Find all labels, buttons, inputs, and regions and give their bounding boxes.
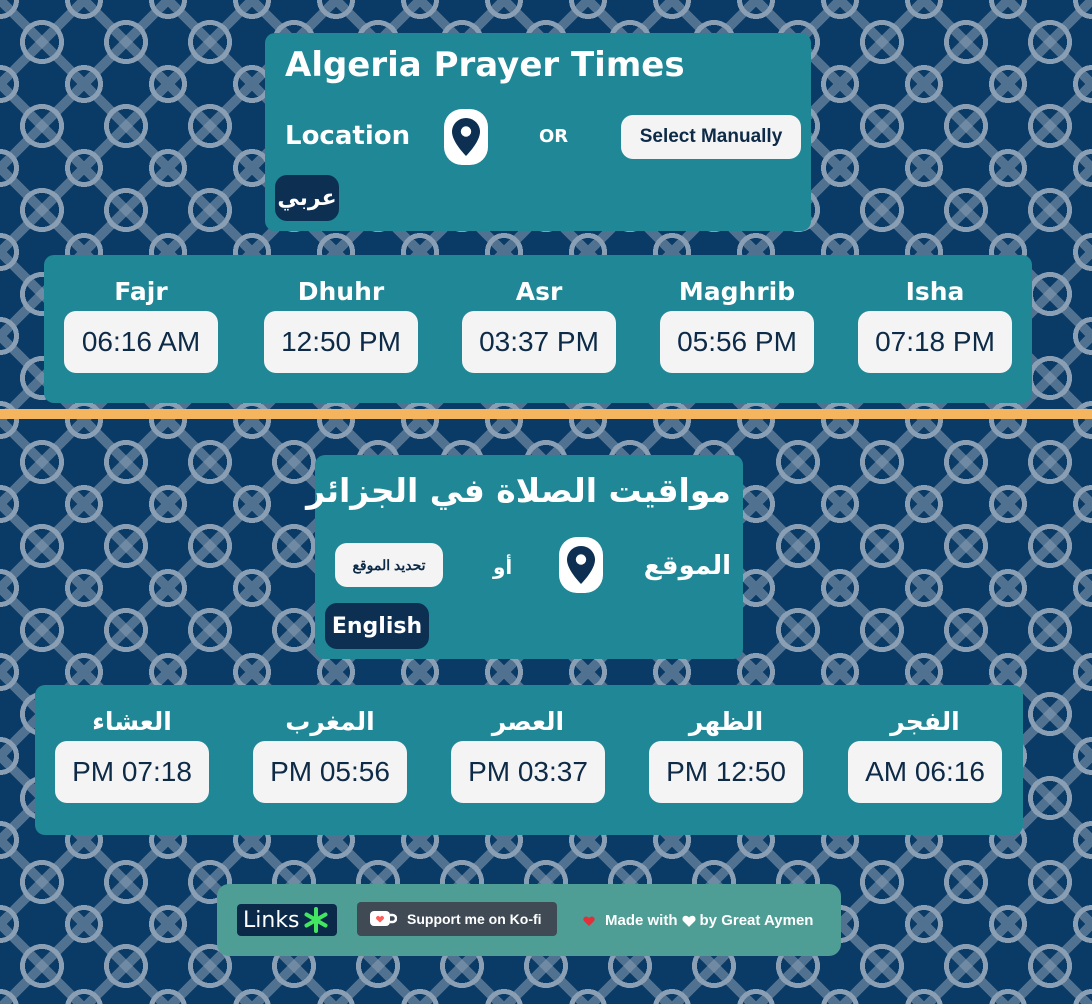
prayer-fajr: Fajr 06:16 AM <box>64 277 218 373</box>
page-title: Algeria Prayer Times <box>285 45 685 85</box>
prayer-time: AM 06:16 <box>848 741 1002 803</box>
prayer-isha: Isha 07:18 PM <box>858 277 1012 373</box>
select-location-button-arabic[interactable]: تحديد الموقع <box>335 543 443 587</box>
english-language-button[interactable]: English <box>325 603 429 649</box>
kofi-label: Support me on Ko-fi <box>407 911 542 927</box>
made-with-credit: Made with by Great Aymen <box>583 912 813 929</box>
or-label-arabic: أو <box>493 555 513 579</box>
asterisk-icon <box>304 907 328 933</box>
made-with-prefix: Made with <box>605 912 678 929</box>
prayer-maghrib-arabic: المغرب PM 05:56 <box>253 707 407 803</box>
footer: Links Support me on Ko-fi Made with by G… <box>217 884 841 956</box>
location-label-arabic: الموقع <box>643 551 731 581</box>
prayer-time: PM 03:37 <box>451 741 605 803</box>
location-button-arabic[interactable] <box>559 537 603 593</box>
prayer-asr: Asr 03:37 PM <box>462 277 616 373</box>
prayer-maghrib: Maghrib 05:56 PM <box>660 277 814 373</box>
prayer-isha-arabic: العشاء PM 07:18 <box>55 707 209 803</box>
prayer-name: Isha <box>905 277 965 306</box>
prayer-dhuhr-arabic: الظهر PM 12:50 <box>649 707 803 803</box>
links-button[interactable]: Links <box>237 904 337 936</box>
prayer-time: PM 05:56 <box>253 741 407 803</box>
english-prayer-times-card: Fajr 06:16 AM Dhuhr 12:50 PM Asr 03:37 P… <box>44 255 1032 403</box>
prayer-name: المغرب <box>285 707 375 736</box>
arabic-prayer-times-card: العشاء PM 07:18 المغرب PM 05:56 العصر PM… <box>35 685 1023 835</box>
prayer-fajr-arabic: الفجر AM 06:16 <box>848 707 1002 803</box>
prayer-time: PM 12:50 <box>649 741 803 803</box>
english-section: Algeria Prayer Times Location OR Select … <box>0 0 1092 410</box>
prayer-time: 03:37 PM <box>462 311 616 373</box>
location-button[interactable] <box>444 109 488 165</box>
made-with-suffix: by Great Aymen <box>699 912 814 929</box>
map-pin-icon <box>567 546 595 584</box>
prayer-time: 07:18 PM <box>858 311 1012 373</box>
map-pin-icon <box>452 118 480 156</box>
heart-icon <box>681 915 696 927</box>
prayer-name: Dhuhr <box>297 277 385 306</box>
prayer-name: الظهر <box>688 707 764 736</box>
prayer-asr-arabic: العصر PM 03:37 <box>451 707 605 803</box>
prayer-name: العصر <box>491 707 565 736</box>
coffee-cup-icon <box>370 911 397 926</box>
prayer-time: PM 07:18 <box>55 741 209 803</box>
heart-icon <box>583 915 595 926</box>
prayer-time: 06:16 AM <box>64 311 218 373</box>
english-header-card: Algeria Prayer Times Location OR Select … <box>265 33 811 231</box>
kofi-button[interactable]: Support me on Ko-fi <box>357 902 557 936</box>
or-label: OR <box>539 126 569 147</box>
prayer-name: Fajr <box>114 277 168 306</box>
prayer-name: الفجر <box>890 707 960 736</box>
prayer-time: 05:56 PM <box>660 311 814 373</box>
prayer-name: العشاء <box>92 707 172 736</box>
location-label: Location <box>285 121 411 151</box>
prayer-name: Maghrib <box>678 277 796 306</box>
prayer-name: Asr <box>515 277 563 306</box>
arabic-header-card: مواقيت الصلاة في الجزائر الموقع أو تحديد… <box>306 455 743 659</box>
section-divider <box>0 409 1092 419</box>
arabic-language-button[interactable]: عربي <box>275 175 339 221</box>
links-label: Links <box>243 907 300 933</box>
prayer-dhuhr: Dhuhr 12:50 PM <box>264 277 418 373</box>
select-manually-button[interactable]: Select Manually <box>621 115 801 159</box>
page-title-arabic: مواقيت الصلاة في الجزائر <box>306 471 731 510</box>
prayer-time: 12:50 PM <box>264 311 418 373</box>
